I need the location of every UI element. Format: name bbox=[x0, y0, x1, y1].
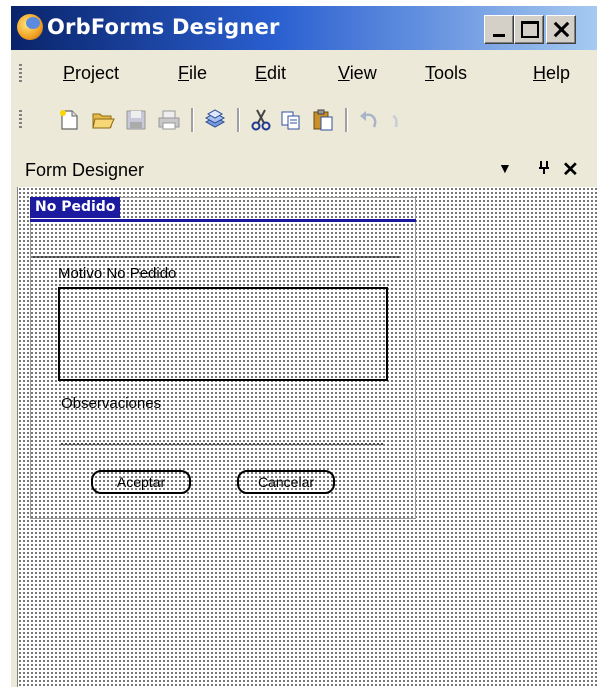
aceptar-button[interactable]: Aceptar bbox=[91, 470, 191, 494]
toolbar-grip-icon[interactable] bbox=[19, 110, 22, 130]
toolbar-separator bbox=[345, 108, 348, 132]
maximize-button[interactable] bbox=[514, 15, 544, 44]
cut-icon[interactable] bbox=[249, 108, 273, 132]
cancelar-button[interactable]: Cancelar bbox=[237, 470, 335, 494]
new-file-icon[interactable] bbox=[57, 108, 81, 132]
form-no-pedido[interactable]: No Pedido Motivo No Pedido Observaciones… bbox=[30, 197, 416, 519]
open-folder-icon[interactable] bbox=[91, 108, 115, 132]
window-title: OrbForms Designer bbox=[47, 15, 280, 39]
toolbar bbox=[11, 98, 597, 142]
redo-icon[interactable] bbox=[391, 108, 399, 132]
panel-close-icon[interactable]: ✕ bbox=[562, 157, 579, 182]
build-icon[interactable] bbox=[203, 108, 227, 132]
app-icon bbox=[17, 14, 43, 40]
pin-icon[interactable] bbox=[537, 159, 551, 180]
menu-bar: Project File Edit View Tools Help bbox=[11, 54, 597, 94]
menu-help[interactable]: Help bbox=[533, 63, 570, 84]
menu-project[interactable]: Project bbox=[63, 63, 119, 84]
paste-icon[interactable] bbox=[311, 108, 335, 132]
dropdown-arrow-icon[interactable]: ▼ bbox=[498, 160, 512, 176]
form-title-underline bbox=[30, 219, 416, 222]
minimize-button[interactable] bbox=[484, 15, 514, 44]
label-motivo-no-pedido: Motivo No Pedido bbox=[58, 265, 177, 282]
menu-edit[interactable]: Edit bbox=[255, 63, 286, 84]
menu-file[interactable]: File bbox=[178, 63, 207, 84]
save-icon[interactable] bbox=[124, 108, 148, 132]
orbforms-window: OrbForms Designer Project File Edit View… bbox=[11, 6, 597, 687]
form-divider bbox=[33, 256, 399, 258]
toolbar-separator bbox=[191, 108, 194, 132]
toolbar-separator bbox=[237, 108, 240, 132]
observaciones-field[interactable] bbox=[61, 443, 383, 445]
close-button[interactable] bbox=[546, 15, 576, 44]
form-title: No Pedido bbox=[30, 197, 121, 218]
copy-icon[interactable] bbox=[279, 108, 303, 132]
menu-tools[interactable]: Tools bbox=[425, 63, 467, 84]
title-bar[interactable]: OrbForms Designer bbox=[11, 6, 597, 50]
form-designer-header: Form Designer ▼ ✕ bbox=[11, 157, 597, 185]
menu-view[interactable]: View bbox=[338, 63, 377, 84]
motivo-listbox[interactable] bbox=[58, 287, 388, 381]
menu-grip-icon[interactable] bbox=[19, 64, 22, 84]
design-canvas[interactable]: No Pedido Motivo No Pedido Observaciones… bbox=[17, 187, 597, 687]
label-observaciones: Observaciones bbox=[61, 395, 162, 412]
panel-title: Form Designer bbox=[25, 160, 145, 180]
undo-icon[interactable] bbox=[357, 108, 381, 132]
print-icon[interactable] bbox=[157, 108, 181, 132]
